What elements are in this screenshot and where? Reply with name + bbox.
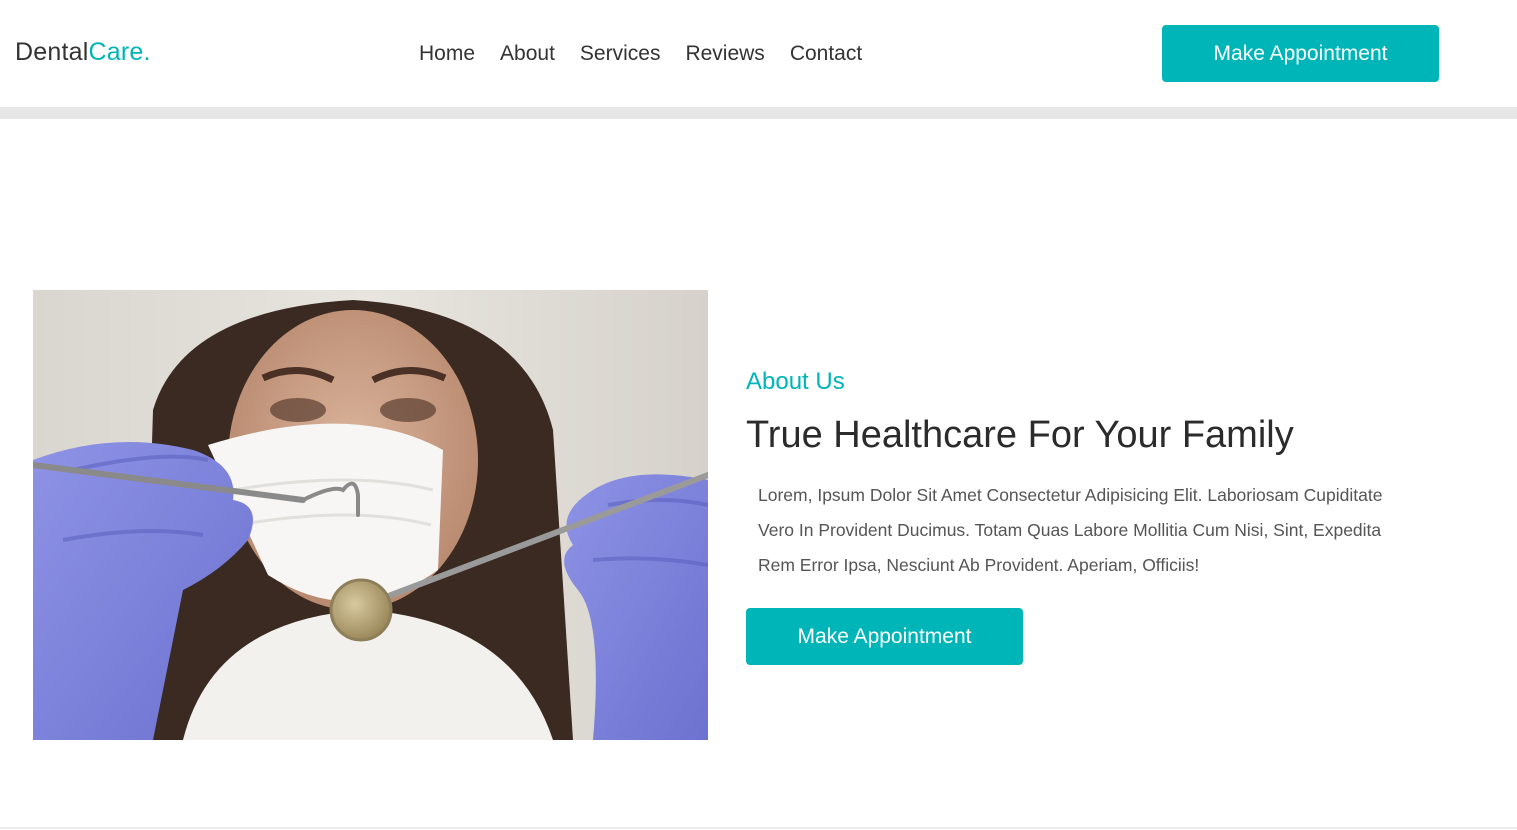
about-make-appointment-button[interactable]: Make Appointment: [746, 608, 1023, 665]
about-title: True Healthcare For Your Family: [746, 414, 1294, 456]
header-divider: [0, 107, 1517, 119]
section-divider: [0, 827, 1517, 829]
header-make-appointment-label: Make Appointment: [1213, 41, 1388, 65]
brand-name-part1: Dental: [15, 38, 89, 66]
site-header: DentalCare. Home About Services Reviews …: [0, 0, 1517, 107]
nav-item-reviews[interactable]: Reviews: [685, 40, 764, 68]
nav-item-services[interactable]: Services: [580, 40, 661, 68]
about-make-appointment-label: Make Appointment: [797, 624, 972, 648]
nav-item-home[interactable]: Home: [419, 40, 475, 68]
dentist-photo: [33, 290, 708, 740]
main-nav: Home About Services Reviews Contact: [419, 40, 887, 68]
about-description: Lorem, Ipsum Dolor Sit Amet Consectetur …: [758, 485, 1383, 575]
brand-name-part2: Care.: [88, 38, 151, 66]
header-make-appointment-button[interactable]: Make Appointment: [1162, 25, 1439, 82]
about-subtitle: About Us: [746, 368, 845, 395]
nav-item-about[interactable]: About: [500, 40, 555, 68]
brand-logo[interactable]: DentalCare.: [15, 38, 151, 67]
nav-item-contact[interactable]: Contact: [790, 40, 862, 68]
